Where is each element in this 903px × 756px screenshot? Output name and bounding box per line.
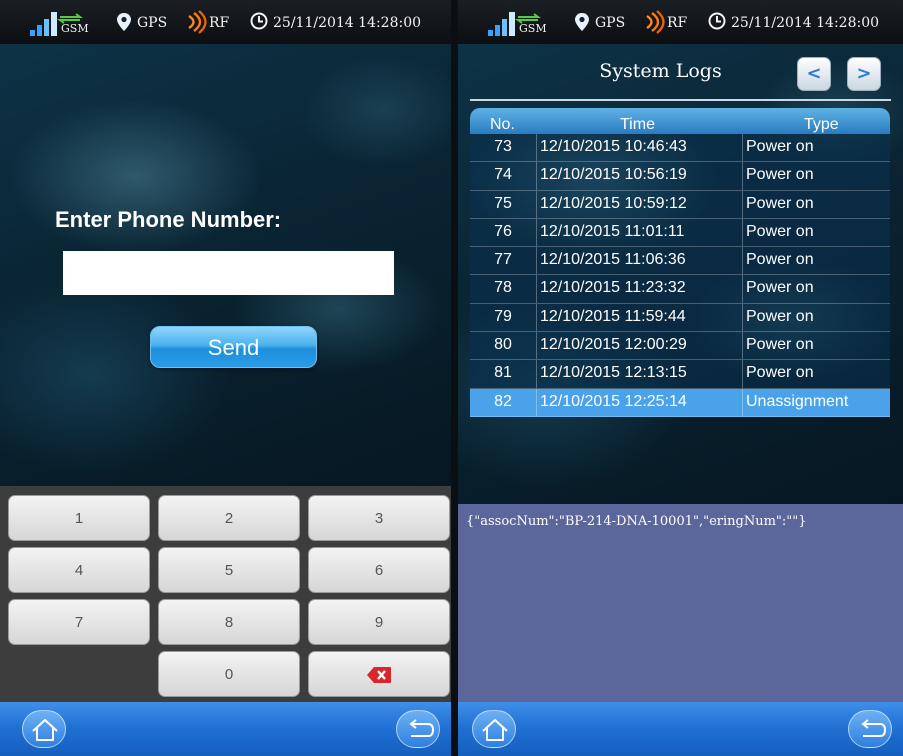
status-bar: GSM GPS RF 25/11/2014 14:28:00 <box>0 0 451 44</box>
cell-no: 81 <box>494 364 512 382</box>
panel-separator <box>451 0 458 756</box>
send-button[interactable]: Send <box>150 326 317 368</box>
key-3[interactable]: 3 <box>308 495 450 541</box>
cell-type: Power on <box>746 307 814 325</box>
rf-label: RF <box>209 15 230 31</box>
cell-time: 12/10/2015 11:59:44 <box>540 307 686 325</box>
bottom-nav-bar <box>0 702 451 756</box>
table-row[interactable]: 76 12/10/2015 11:01:11 Power on <box>470 218 890 248</box>
rf-label: RF <box>667 15 688 31</box>
bottom-nav-bar <box>458 702 903 756</box>
cell-type: Power on <box>746 194 814 212</box>
gsm-label: GSM <box>519 22 547 35</box>
key-1[interactable]: 1 <box>8 495 150 541</box>
home-button[interactable] <box>22 710 66 748</box>
backspace-x-icon <box>367 667 391 684</box>
clock-icon <box>250 12 268 30</box>
table-header: No. Time Type <box>470 108 890 134</box>
table-row[interactable]: 77 12/10/2015 11:06:36 Power on <box>470 247 890 276</box>
status-bar: GSM GPS RF 25/11/2014 14:28:00 <box>458 0 903 44</box>
status-datetime: 25/11/2014 14:28:00 <box>273 15 422 31</box>
numeric-keypad: 1 2 3 4 5 6 7 8 9 0 <box>0 486 451 702</box>
phone-prompt-label: Enter Phone Number: <box>55 207 282 232</box>
key-4[interactable]: 4 <box>8 547 150 593</box>
key-8[interactable]: 8 <box>158 599 300 645</box>
cell-type: Unassignment <box>746 392 849 410</box>
key-9[interactable]: 9 <box>308 599 450 645</box>
cell-type: Power on <box>746 138 814 155</box>
column-header-type: Type <box>804 116 839 133</box>
status-datetime: 25/11/2014 14:28:00 <box>731 15 880 31</box>
cell-type: Power on <box>746 336 814 354</box>
gps-pin-icon <box>575 13 589 31</box>
cell-time: 12/10/2015 11:01:11 <box>540 222 685 240</box>
table-row[interactable]: 74 12/10/2015 10:56:19 Power on <box>470 162 890 191</box>
phone-number-input[interactable] <box>63 251 394 295</box>
cell-time: 12/10/2015 10:59:12 <box>540 194 687 212</box>
cell-time: 12/10/2015 12:13:15 <box>540 364 687 382</box>
cell-time: 12/10/2015 12:00:29 <box>540 336 687 354</box>
table-row[interactable]: 80 12/10/2015 12:00:29 Power on <box>470 332 890 361</box>
table-row[interactable]: 75 12/10/2015 10:59:12 Power on <box>470 190 890 219</box>
key-5[interactable]: 5 <box>158 547 300 593</box>
cell-no: 80 <box>494 336 512 354</box>
cell-no: 74 <box>494 166 512 184</box>
cell-type: Power on <box>746 279 814 297</box>
phone-entry-screen: GSM GPS RF 25/11/2014 14:28:00 Enter Pho… <box>0 0 451 756</box>
system-logs-screen: GSM GPS RF 25/11/2014 14:28:00 System Lo… <box>458 0 903 756</box>
table-row[interactable]: 73 12/10/2015 10:46:43 Power on <box>470 134 890 163</box>
system-logs-table: No. Time Type 73 12/10/2015 10:46:43 Power… <box>470 108 890 417</box>
cell-no: 75 <box>494 194 512 212</box>
cell-time: 12/10/2015 11:06:36 <box>540 251 686 269</box>
clock-icon <box>708 12 726 30</box>
cell-no: 82 <box>494 392 512 410</box>
cell-no: 77 <box>494 251 512 269</box>
cell-type: Power on <box>746 222 814 240</box>
back-button[interactable] <box>396 710 440 748</box>
prev-page-button[interactable]: < <box>797 57 831 91</box>
cell-type: Power on <box>746 166 814 184</box>
cell-time: 12/10/2015 12:25:14 <box>540 392 687 410</box>
title-divider <box>470 99 891 101</box>
delete-key[interactable] <box>308 651 450 697</box>
table-row[interactable]: 81 12/10/2015 12:13:15 Power on <box>470 360 890 389</box>
cell-type: Power on <box>746 251 814 269</box>
cell-no: 73 <box>494 138 512 155</box>
back-button[interactable] <box>848 710 892 748</box>
table-row[interactable]: 79 12/10/2015 11:59:44 Power on <box>470 303 890 333</box>
column-header-time: Time <box>620 116 655 133</box>
cell-type: Power on <box>746 364 814 382</box>
gps-label: GPS <box>595 15 626 31</box>
back-arrow-icon <box>861 719 887 737</box>
table-row-selected[interactable]: 82 12/10/2015 12:25:14 Unassignment <box>470 388 890 417</box>
cell-time: 12/10/2015 10:56:19 <box>540 166 687 184</box>
rf-signal-icon <box>646 10 665 34</box>
home-button[interactable] <box>472 710 516 748</box>
key-6[interactable]: 6 <box>308 547 450 593</box>
key-2[interactable]: 2 <box>158 495 300 541</box>
cell-time: 12/10/2015 11:23:32 <box>540 279 686 297</box>
cell-time: 12/10/2015 10:46:43 <box>540 138 687 155</box>
cell-no: 78 <box>494 279 512 297</box>
home-icon <box>32 719 58 741</box>
gsm-label: GSM <box>61 22 89 35</box>
next-page-button[interactable]: > <box>847 57 881 91</box>
back-arrow-icon <box>409 719 435 737</box>
table-row[interactable]: 78 12/10/2015 11:23:32 Power on <box>470 275 890 304</box>
column-header-no: No. <box>490 116 515 133</box>
log-detail-panel: {"assocNum":"BP-214-DNA-10001","eringNum… <box>458 504 903 702</box>
rf-signal-icon <box>188 10 207 34</box>
cell-no: 76 <box>494 222 512 240</box>
key-7[interactable]: 7 <box>8 599 150 645</box>
home-icon <box>482 719 508 741</box>
gps-pin-icon <box>117 13 131 31</box>
cell-no: 79 <box>494 307 512 325</box>
gps-label: GPS <box>137 15 168 31</box>
key-0[interactable]: 0 <box>158 651 300 697</box>
